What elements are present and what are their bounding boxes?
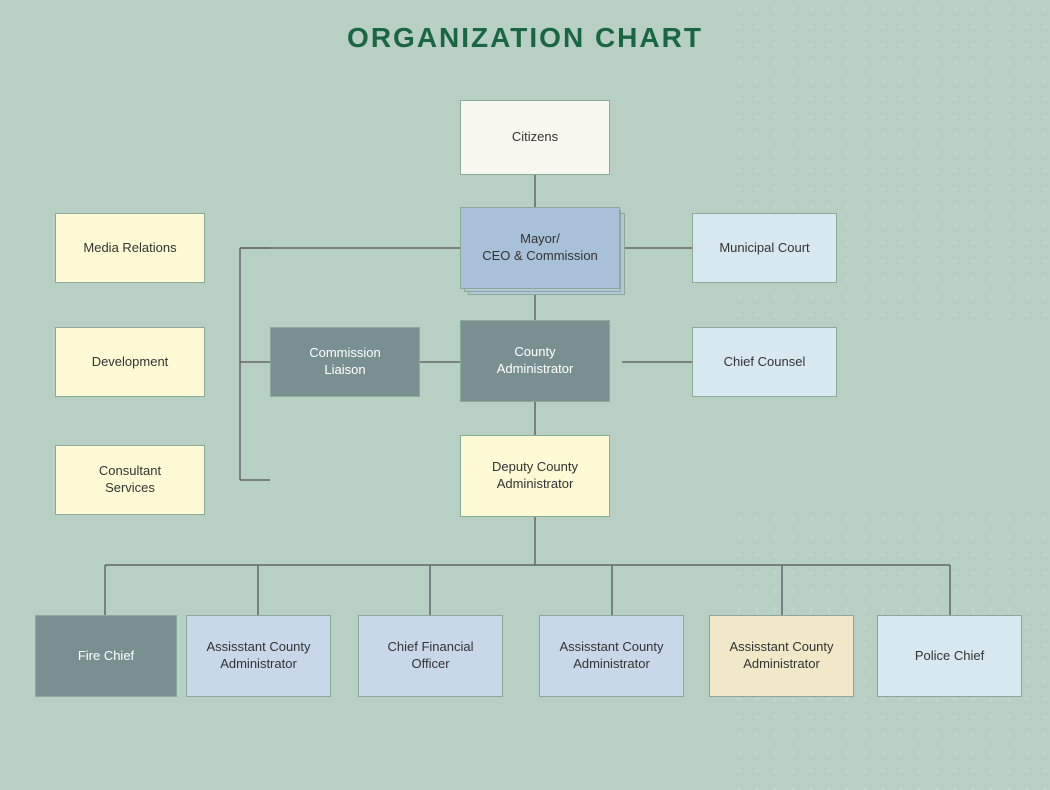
police-chief-box: Police Chief	[877, 615, 1022, 697]
municipal-court-box: Municipal Court	[692, 213, 837, 283]
fire-chief-box: Fire Chief	[35, 615, 177, 697]
media-relations-box: Media Relations	[55, 213, 205, 283]
mayor-box: Mayor/ CEO & Commission	[460, 207, 620, 289]
deputy-county-admin-box: Deputy County Administrator	[460, 435, 610, 517]
consultant-services-box: Consultant Services	[55, 445, 205, 515]
commission-liaison-box: Commission Liaison	[270, 327, 420, 397]
county-administrator-box: County Administrator	[460, 320, 610, 402]
page-title: ORGANIZATION CHART	[0, 0, 1050, 54]
cfo-box: Chief Financial Officer	[358, 615, 503, 697]
asst-admin-2-box: Assisstant County Administrator	[539, 615, 684, 697]
asst-admin-3-box: Assisstant County Administrator	[709, 615, 854, 697]
development-box: Development	[55, 327, 205, 397]
citizens-box: Citizens	[460, 100, 610, 175]
asst-admin-1-box: Assisstant County Administrator	[186, 615, 331, 697]
chief-counsel-box: Chief Counsel	[692, 327, 837, 397]
